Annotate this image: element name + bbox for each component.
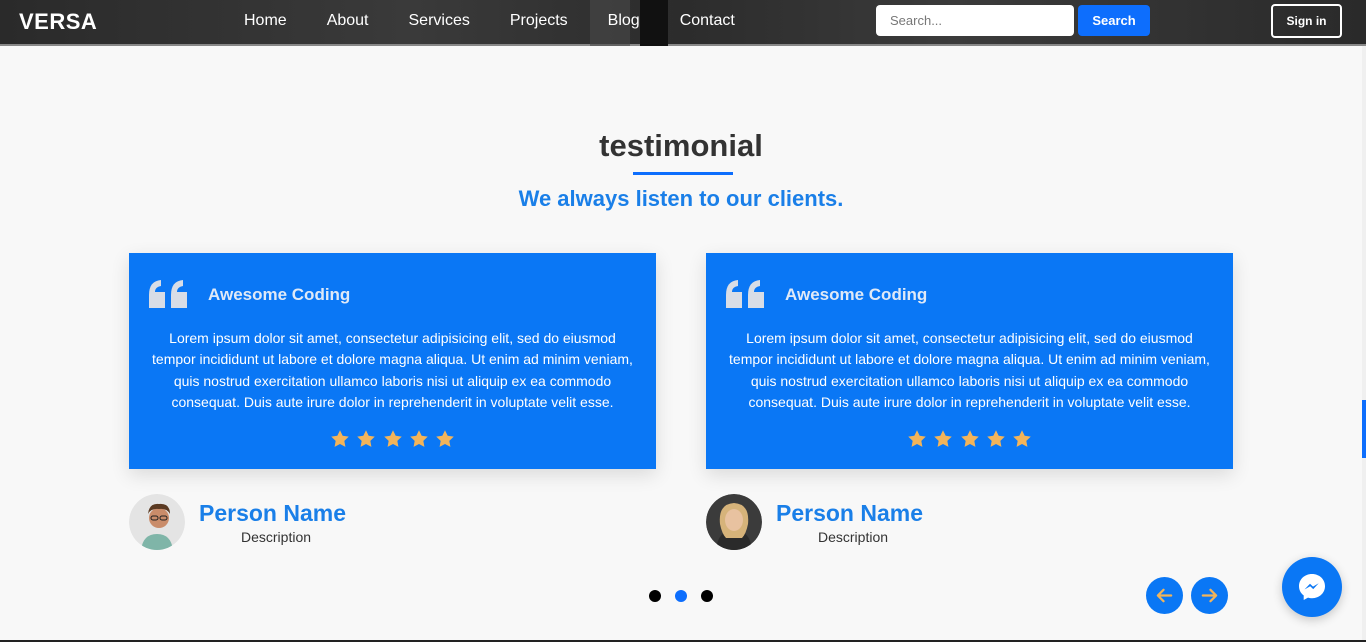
avatar [706,494,762,550]
testimonial-card: Awesome Coding Lorem ipsum dolor sit ame… [129,253,656,469]
person-description: Description [817,529,889,545]
star-icon [330,430,349,447]
search-input[interactable] [876,5,1074,36]
star-icon [907,430,926,447]
person-name: Person Name [776,500,924,526]
testimonial-text: Lorem ipsum dolor sit amet, consectetur … [152,330,633,410]
nav-link-contact[interactable]: Contact [680,12,735,30]
quote-icon [726,280,764,308]
nav-links: Home About Services Projects Blog Contac… [244,12,775,30]
next-button[interactable] [1191,577,1228,614]
quote-icon [149,280,187,308]
sign-in-button[interactable]: Sign in [1271,4,1342,38]
nav-link-blog[interactable]: Blog [608,12,640,30]
nav-link-home[interactable]: Home [244,12,287,30]
avatar [129,494,185,550]
nav-link-about[interactable]: About [327,12,369,30]
nav-link-services[interactable]: Services [409,12,470,30]
arrow-left-icon [1156,588,1173,603]
star-icon [436,430,455,447]
star-icon [934,430,952,447]
brand-logo[interactable]: VERSA [19,9,97,35]
star-icon [357,430,375,447]
navbar: VERSA Home About Services Projects Blog … [0,0,1366,46]
rating-stars [129,429,656,454]
star-icon [987,430,1005,447]
carousel-dot-active[interactable] [675,590,687,602]
messenger-button[interactable] [1282,557,1342,617]
star-icon [1013,430,1032,447]
section-subtitle: We always listen to our clients. [518,186,844,211]
title-underline [633,172,733,175]
prev-button[interactable] [1146,577,1183,614]
rating-stars [706,429,1233,454]
testimonial-text: Lorem ipsum dolor sit amet, consectetur … [729,330,1210,410]
carousel-dot[interactable] [701,590,713,602]
arrow-right-icon [1201,588,1218,603]
star-icon [960,430,979,447]
scrollbar-thumb[interactable] [1362,400,1366,458]
star-icon [383,430,402,447]
search-button[interactable]: Search [1078,5,1150,36]
carousel-dot[interactable] [649,590,661,602]
section-title: testimonial [599,128,763,163]
testimonial-card: Awesome Coding Lorem ipsum dolor sit ame… [706,253,1233,469]
testimonial-title: Awesome Coding [208,285,351,304]
person-name: Person Name [199,500,347,526]
scrollbar-track[interactable] [1362,46,1366,642]
testimonial-title: Awesome Coding [785,285,928,304]
person-description: Description [240,529,312,545]
star-icon [410,430,428,447]
messenger-icon [1299,574,1325,600]
nav-link-projects[interactable]: Projects [510,12,568,30]
